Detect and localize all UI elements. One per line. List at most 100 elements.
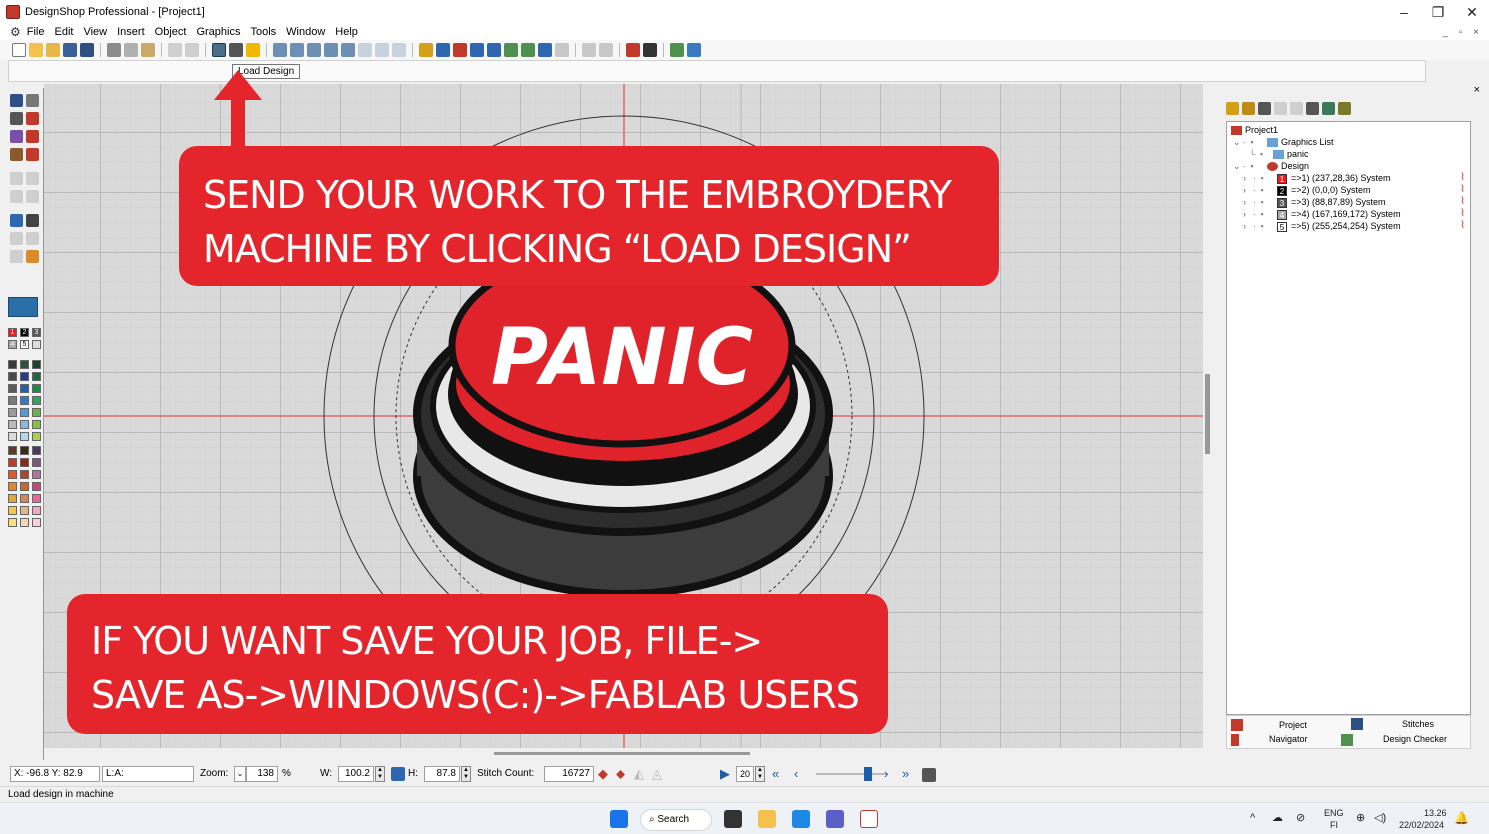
restore-button[interactable]: ❐ <box>1421 0 1455 24</box>
tab-design-checker[interactable]: Design Checker <box>1383 732 1447 746</box>
star-tool-icon[interactable] <box>26 214 39 227</box>
mdi-controls[interactable]: _ ▫ × <box>1442 27 1483 38</box>
palette-swatch[interactable] <box>20 470 29 479</box>
palette-swatch[interactable] <box>8 360 17 369</box>
panic-button-design[interactable]: PANIC <box>413 244 833 598</box>
width-input[interactable]: 100.2 <box>338 766 374 782</box>
palette-swatch[interactable] <box>32 432 41 441</box>
taskbar-search[interactable]: ⌕ Search <box>640 809 712 831</box>
tab-navigator[interactable]: Navigator <box>1269 732 1308 746</box>
new-file-icon[interactable] <box>12 43 26 57</box>
zoom-fit-icon[interactable] <box>273 43 287 57</box>
palette-swatch[interactable] <box>20 384 29 393</box>
tree-design[interactable]: ⌄ · ▪ Design <box>1233 160 1309 172</box>
cross-icon[interactable] <box>643 43 657 57</box>
volume-icon[interactable]: ◁) <box>1374 811 1386 824</box>
chevron-down-icon[interactable]: ⌄ <box>1233 160 1243 172</box>
palette-swatch[interactable] <box>32 372 41 381</box>
canvas-vertical-scrollbar[interactable] <box>1203 84 1213 748</box>
chevron-right-icon[interactable]: › <box>1243 208 1253 220</box>
line-tool-icon[interactable] <box>26 94 39 107</box>
menu-object[interactable]: Object <box>155 26 187 38</box>
chevron-right-icon[interactable]: › <box>1243 184 1253 196</box>
palette-swatch[interactable] <box>8 458 17 467</box>
designshop-taskbar-icon[interactable] <box>860 810 878 828</box>
list-view-icon[interactable] <box>1306 102 1319 115</box>
canvas-horizontal-scrollbar[interactable] <box>44 748 1210 760</box>
zoom-window-icon[interactable] <box>324 43 338 57</box>
grid-icon[interactable] <box>453 43 467 57</box>
palette-swatch[interactable] <box>8 494 17 503</box>
prev-color-icon[interactable]: ◆ <box>598 766 608 782</box>
palette-swatch[interactable] <box>20 360 29 369</box>
redo-icon[interactable] <box>185 43 199 57</box>
image-icon[interactable] <box>670 43 684 57</box>
menu-tools[interactable]: Tools <box>250 26 276 38</box>
windows-start-icon[interactable] <box>610 810 628 828</box>
no-color-swatch[interactable] <box>32 340 41 349</box>
height-input[interactable]: 87.8 <box>424 766 460 782</box>
hoop-icon[interactable] <box>487 43 501 57</box>
palette-swatch[interactable] <box>32 458 41 467</box>
view-design-icon[interactable] <box>436 43 450 57</box>
palette-swatch[interactable] <box>32 420 41 429</box>
file-explorer-icon[interactable] <box>758 810 776 828</box>
palette-swatch[interactable] <box>32 482 41 491</box>
zoom-in-icon[interactable] <box>290 43 304 57</box>
stitch-3d-icon[interactable] <box>521 43 535 57</box>
tree-project[interactable]: Project1 <box>1231 124 1278 136</box>
menu-insert[interactable]: Insert <box>117 26 145 38</box>
menu-file[interactable]: File <box>27 26 45 38</box>
zoom-prev-icon[interactable] <box>358 43 372 57</box>
undo-icon[interactable] <box>168 43 182 57</box>
notification-bell-icon[interactable]: 🔔 <box>1454 811 1469 825</box>
tree-view-icon[interactable] <box>1322 102 1335 115</box>
stitch-list-icon[interactable] <box>922 768 936 782</box>
height-stepper[interactable]: ▲ ▼ <box>461 766 471 782</box>
palette-swatch[interactable] <box>32 470 41 479</box>
zoom-dropdown-button[interactable]: ⌄ <box>234 766 246 782</box>
mini-swatch-1[interactable]: 1 <box>8 328 17 337</box>
palette-swatch[interactable] <box>32 396 41 405</box>
visibility-toggle[interactable]: · ▪ <box>1243 160 1267 172</box>
load-design-icon[interactable] <box>212 43 226 57</box>
help-icon[interactable] <box>246 43 260 57</box>
open-folder-icon[interactable] <box>1242 102 1255 115</box>
split-icon[interactable] <box>626 43 640 57</box>
palette-swatch[interactable] <box>20 482 29 491</box>
copy-icon[interactable] <box>124 43 138 57</box>
sequence-icon[interactable] <box>1338 102 1351 115</box>
tree-color-5[interactable]: › · ▪ 5 =>5) (255,254,254) System ⌇ <box>1243 220 1471 232</box>
teams-icon[interactable] <box>826 810 844 828</box>
save-all-icon[interactable] <box>80 43 94 57</box>
speed-stepper[interactable]: ▲ ▼ <box>755 766 765 782</box>
palette-swatch[interactable] <box>32 408 41 417</box>
chevron-down-icon[interactable]: ⌄ <box>1233 136 1243 148</box>
redraw-icon[interactable] <box>555 43 569 57</box>
palette-swatch[interactable] <box>20 420 29 429</box>
zoom-selection-icon[interactable] <box>392 43 406 57</box>
shape-tool-icon[interactable] <box>10 130 23 143</box>
palette-swatch[interactable] <box>8 470 17 479</box>
palette-swatch[interactable] <box>8 518 17 527</box>
palette-swatch[interactable] <box>32 518 41 527</box>
chevron-right-icon[interactable]: › <box>1243 172 1253 184</box>
tab-stitches[interactable]: Stitches <box>1402 717 1434 731</box>
palette-swatch[interactable] <box>20 372 29 381</box>
tree-graphic-item[interactable]: └ ▪ panic <box>1249 148 1309 160</box>
palette-swatch[interactable] <box>32 506 41 515</box>
folder-icon[interactable] <box>1226 102 1239 115</box>
print-icon[interactable] <box>229 43 243 57</box>
palette-swatch[interactable] <box>8 432 17 441</box>
visibility-toggle[interactable]: · ▪ <box>1253 208 1277 220</box>
menu-view[interactable]: View <box>83 26 107 38</box>
tree-color-3[interactable]: › · ▪ 3 =>3) (88,87,89) System ⌇ <box>1243 196 1471 208</box>
pencil-icon[interactable] <box>419 43 433 57</box>
paste-icon[interactable] <box>141 43 155 57</box>
palette-swatch[interactable] <box>20 408 29 417</box>
visibility-toggle[interactable]: · ▪ <box>1253 220 1277 232</box>
color-tool-icon[interactable] <box>26 250 39 263</box>
zoom-all-icon[interactable] <box>341 43 355 57</box>
menu-edit[interactable]: Edit <box>55 26 74 38</box>
palette-swatch[interactable] <box>20 458 29 467</box>
